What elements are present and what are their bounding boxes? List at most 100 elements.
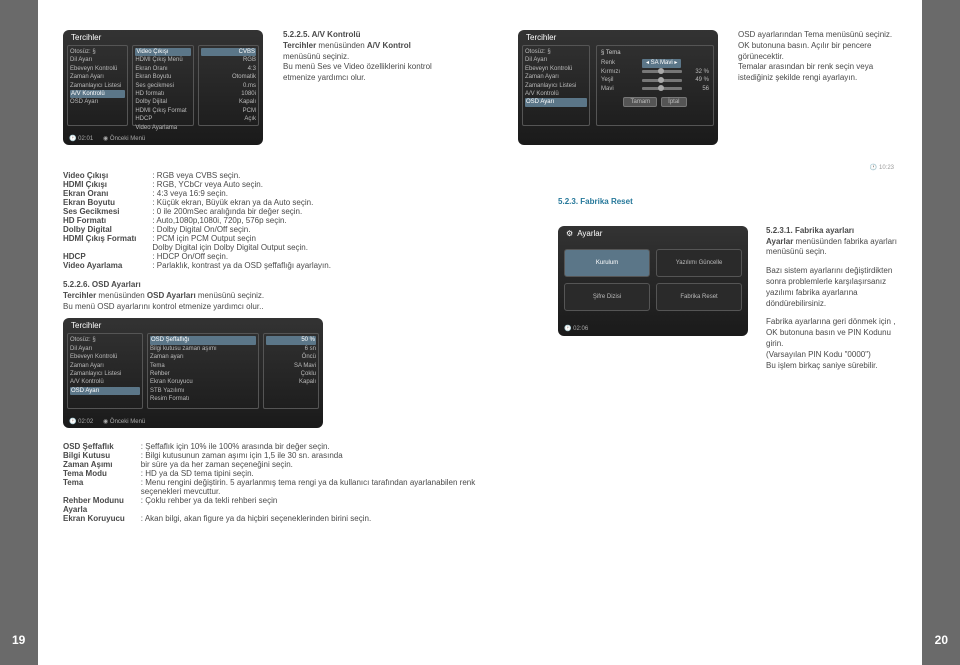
spec-key: Ekran Koruyucu [63,514,141,523]
settings-tile: Yazılımı Güncelle [656,249,742,277]
slider-track [642,70,682,73]
osd-item: Zaman ayarı [150,353,256,361]
spec-key: HD Formatı [63,216,152,225]
spec-value: Menu rengini değiştirin. 5 ayarlanmış te… [141,478,503,496]
osd-footer-hint: ◉ Önceki Menü [103,135,145,142]
sec526-s2: menüsünü seçiniz. [196,291,264,300]
caption-l3: Temalar arasından bir renk seçin veya is… [738,62,873,82]
spec-key: Ayarla [63,505,141,514]
osd-item: Ekran Koruyucu [150,378,256,386]
spec-value: Şeffaflık için 10% ile 100% arasında bir… [141,442,503,451]
osd-item: Otosüz: § [525,48,587,56]
osd-col-left: Otosüz: §Dil AyarıEbeveyn KontrolüZaman … [522,45,590,126]
osd-item: Zaman Ayarı [70,73,125,81]
fabrika-caption: 5.2.3.1. Fabrika ayarları Ayarlar menüsü… [766,226,897,372]
caption-l2: OK butonuna basın. Açılır bir pencere gö… [738,41,871,61]
spec-value: Bilgi kutusunun zaman aşımı için 1,5 ile… [141,451,503,460]
osd-item: 6 sn [266,345,316,353]
caption-span-2: menüsünü seçiniz. [283,52,349,61]
osd-item: Zamanlayıcı Listesi [70,82,125,90]
osd-col-mid: Video ÇıkışıHDMI Çıkış MenüEkran OranıEk… [132,45,193,126]
section-title: Fabrika ayarları [795,226,854,235]
theme-cancel-button: İptal [661,97,686,107]
settings-tile: Fabrika Reset [656,283,742,311]
osd-title: Tercihler [518,30,718,45]
osd-item: Ebeveyn Kontrolü [525,65,587,73]
gear-icon: ⚙ [566,229,573,240]
osd-col-right: CVBSRGB4:3Otomatik0.ms1080iKapalıPCMAçık [198,45,259,126]
osd-item: Otosüz: § [70,48,125,56]
spec-key: HDMI Çıkış Formatı [63,234,152,252]
osd-item: Dil Ayarı [70,345,140,353]
osd-item: Açık [201,115,256,123]
spec-value: HD ya da SD tema tipini seçin. [141,469,503,478]
osd-item: Otosüz: § [70,336,140,344]
osd-item: Dil Ayarı [525,56,587,64]
osd-item: OSD Şeffaflığı [150,336,256,344]
osd-title: Ayarlar [577,229,602,240]
spec-value: Parlaklık, kontrast ya da OSD şeffaflığı… [152,261,331,270]
section-num: 5.2.2.5. [283,30,310,39]
osd-item: HDMI Çıkış Menü [135,56,190,64]
spec-value: Çoklu rehber ya da tekli rehberi seçin [141,496,503,505]
spec-value: Akan bilgi, akan figure ya da hiçbiri se… [141,514,503,523]
caption-av-kontrol: 5.2.2.5. A/V Kontrolü Tercihler menüsünd… [283,30,438,145]
spec-key: Zaman Aşımı [63,460,141,469]
fabrika-b1: Ayarlar [766,237,793,246]
osd-item: Bilgi kutusu zaman aşımı [150,345,256,353]
slider-value: 32 % [687,68,709,76]
spec-key: Bilgi Kutusu [63,451,141,460]
sec526-l2: Bu menü OSD ayarlarını kontrol etmenize … [63,302,264,311]
sec526-b2: OSD Ayarları [147,291,196,300]
spec-value: RGB, YCbCr veya Auto seçin. [152,180,331,189]
osd-item: Tema [150,362,256,370]
caption-l1: OSD ayarlarından Tema menüsünü seçiniz. [738,30,892,39]
osd-col-right: 50 %6 snÖncüSA MaviÇokluKapalı [263,333,319,409]
theme-header: § Tema [601,49,709,57]
caption-tema: OSD ayarlarından Tema menüsünü seçiniz. … [738,30,897,145]
osd-item: Zamanlayıcı Listesi [525,82,587,90]
section-num: 5.2.2.6. [63,280,90,289]
osd-col-mid: OSD ŞeffaflığıBilgi kutusu zaman aşımıZa… [147,333,259,409]
spec-value: HDCP On/Off seçin. [152,252,331,261]
binding-gutter-right: 20 [922,0,960,665]
spec-value: bir süre ya da her zaman seçeneğini seçi… [141,460,503,469]
osd-footer-time: 🕐 02:02 [69,418,93,425]
osd-item: Dil Ayarı [70,56,125,64]
spacer [458,30,498,145]
osd-ayarlar: ⚙Ayarlar KurulumYazılımı GüncelleŞifre D… [558,226,748,336]
left-column: Video ÇıkışıRGB veya CVBS seçin.HDMI Çık… [63,163,530,523]
spec-key: Dolby Digital [63,225,152,234]
fabrika-p2: Bazı sistem ayarlarını değiştirdikten so… [766,266,892,307]
spec-key: Tema [63,478,141,496]
osd-tema: Tercihler Otosüz: §Dil AyarıEbeveyn Kont… [518,30,718,145]
spec-key: Ses Gecikmesi [63,207,152,216]
slider-label: Yeşil [601,76,637,84]
content-area: Tercihler Otosüz: §Dil AyarıEbeveyn Kont… [38,0,922,665]
osd-item: HDCP [135,115,190,123]
theme-renk-value: ◂ SA Mavi ▸ [642,59,681,67]
fabrika-p3: Fabrika ayarlarına geri dönmek için , OK… [766,317,895,369]
osd-av-kontrol: Tercihler Otosüz: §Dil AyarıEbeveyn Kont… [63,30,263,145]
spec-value: RGB veya CVBS seçin. [152,171,331,180]
slider-track [642,87,682,90]
page-number-left: 19 [12,633,25,647]
section-osd-ayarlari: 5.2.2.6. OSD Ayarları Tercihler menüsünd… [63,280,530,312]
ident-code: 🕐 10:23 [558,163,897,173]
osd-item: Zaman Ayarı [70,362,140,370]
theme-ok-button: Tamam [623,97,657,107]
osd-item: Otomatik [201,73,256,81]
osd-item: OSD Ayarı [70,98,125,106]
caption-span-1: menüsünden [316,41,367,50]
osd-item: A/V Kontrolü [70,378,140,386]
settings-tile: Kurulum [564,249,650,277]
osd-item: Dolby Dijital [135,98,190,106]
slider-label: Kırmızı [601,68,637,76]
spec-value: PCM için PCM Output seçin Dolby Digital … [152,234,331,252]
osd-title: Tercihler [63,30,263,45]
osd-item: RGB [201,56,256,64]
osd-item: Rehber [150,370,256,378]
osd-item: Ekran Oranı [135,65,190,73]
osd-item: PCM [201,107,256,115]
caption-line2: Bu menü Ses ve Video özelliklerini kontr… [283,62,432,82]
